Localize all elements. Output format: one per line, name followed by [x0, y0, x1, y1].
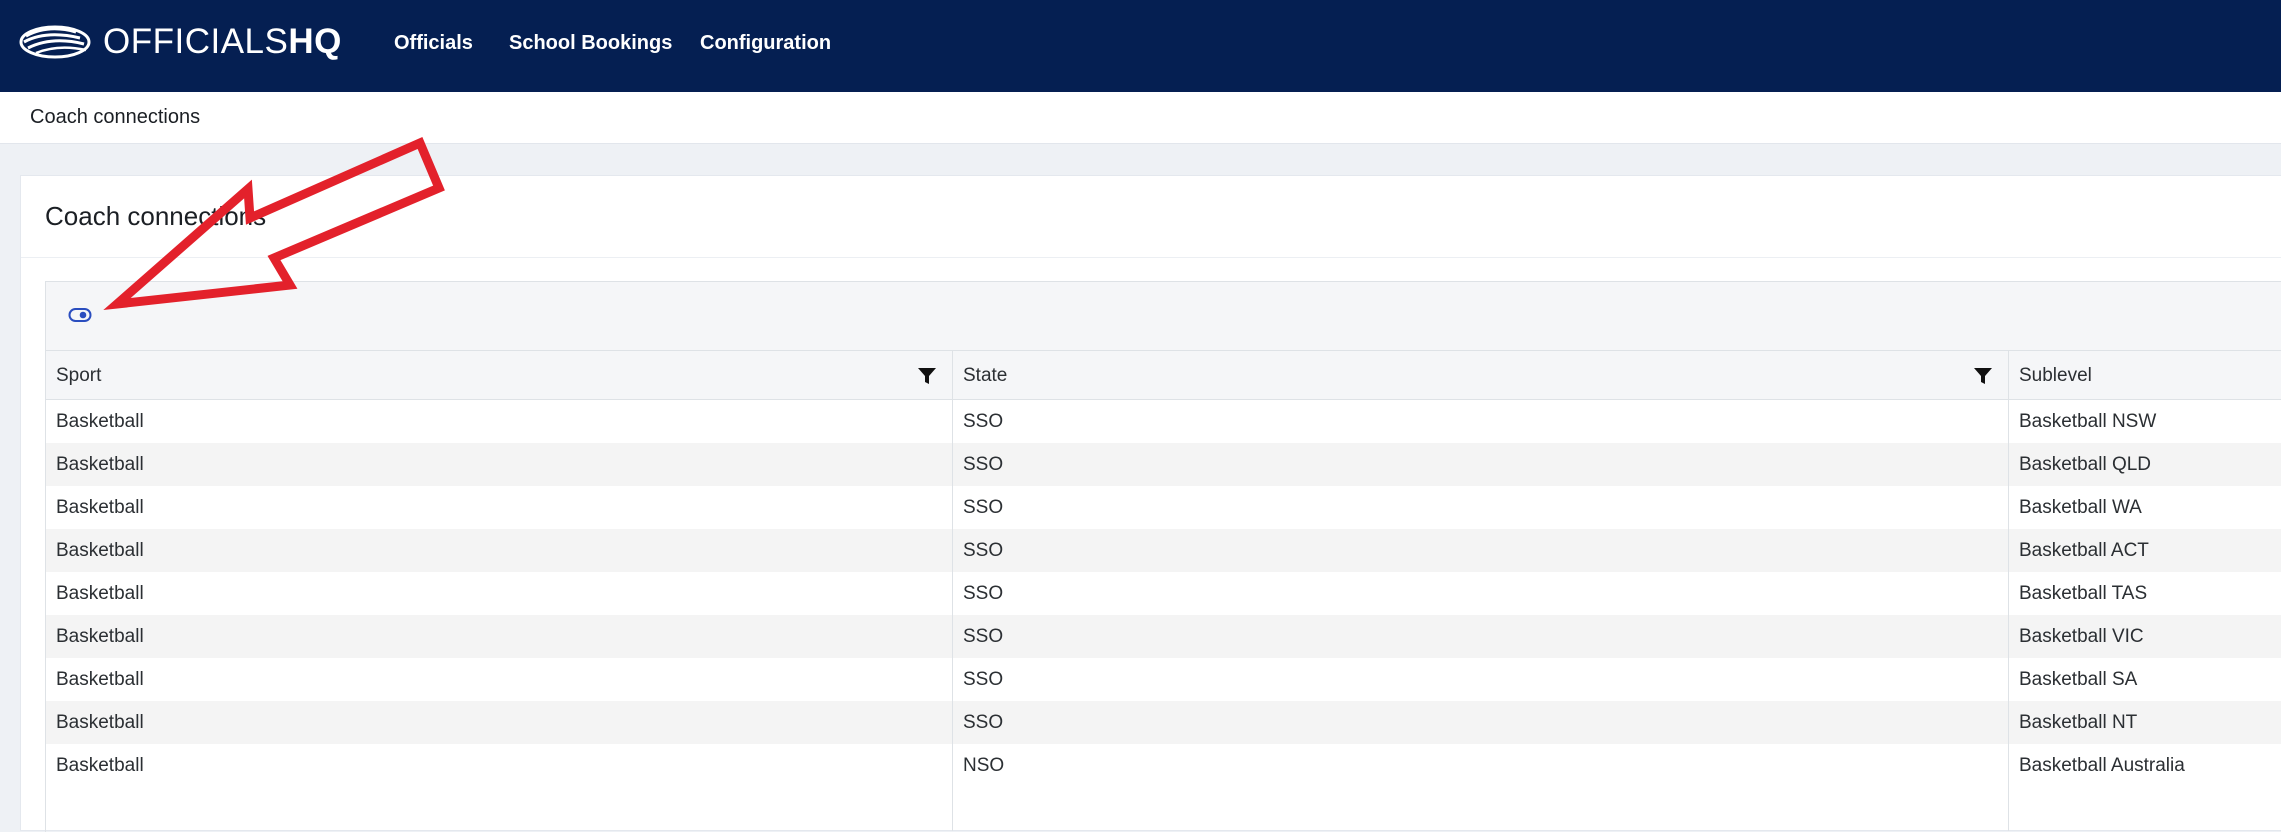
cell-state: SSO [963, 712, 1004, 733]
cell-state: SSO [963, 540, 1004, 561]
column-header-state[interactable]: State [953, 351, 1007, 400]
cell-state: SSO [963, 411, 1004, 432]
top-navbar: OFFICIALSHQ Officials School Bookings Co… [0, 0, 2281, 92]
table-row[interactable]: Basketball NSO Basketball Australia [46, 744, 2281, 787]
table-row[interactable]: Basketball SSO Basketball NT [46, 701, 2281, 744]
cell-sport: Basketball [56, 411, 144, 432]
cell-sublevel: Basketball Australia [2019, 755, 2185, 776]
cell-sublevel: Basketball TAS [2019, 583, 2148, 604]
toggle-icon[interactable] [68, 306, 92, 324]
cell-sport: Basketball [56, 755, 144, 776]
grid-toolbar [46, 282, 2281, 351]
breadcrumb: Coach connections [30, 106, 201, 128]
table-row[interactable]: Basketball SSO Basketball NSW [46, 400, 2281, 443]
cell-sport: Basketball [56, 669, 144, 690]
cell-sport: Basketball [56, 540, 144, 561]
page-title: Coach connections [45, 201, 267, 231]
cell-state: NSO [963, 755, 1005, 776]
cell-sport: Basketball [56, 712, 144, 733]
brand-name: OFFICIALSHQ [103, 22, 342, 61]
cell-sport: Basketball [56, 454, 144, 475]
table-row[interactable]: Basketball SSO Basketball TAS [46, 572, 2281, 615]
data-grid: Sport State Sublevel Basketball SSO Bask… [45, 281, 2281, 832]
brand-logo[interactable]: OFFICIALSHQ [18, 20, 342, 64]
cell-sublevel: Basketball NT [2019, 712, 2138, 733]
cell-sublevel: Basketball VIC [2019, 626, 2144, 647]
nav-officials[interactable]: Officials [394, 0, 473, 86]
cell-sport: Basketball [56, 626, 144, 647]
column-header-sport[interactable]: Sport [46, 351, 101, 400]
cell-state: SSO [963, 583, 1004, 604]
cell-sport: Basketball [56, 583, 144, 604]
column-divider [952, 351, 953, 831]
table-row[interactable]: Basketball SSO Basketball VIC [46, 615, 2281, 658]
cell-sublevel: Basketball NSW [2019, 411, 2157, 432]
table-row[interactable]: Basketball SSO Basketball QLD [46, 443, 2281, 486]
filter-icon[interactable] [917, 366, 937, 386]
cell-state: SSO [963, 454, 1004, 475]
coach-connections-card: Coach connections Sport State Sublevel B… [20, 175, 2281, 832]
page-header-bar: Coach connections [0, 92, 2281, 144]
nav-school-bookings[interactable]: School Bookings [509, 0, 672, 86]
table-header: Sport State Sublevel [46, 351, 2281, 400]
card-divider [21, 257, 2281, 258]
table-row[interactable]: Basketball SSO Basketball WA [46, 486, 2281, 529]
cell-sublevel: Basketball SA [2019, 669, 2138, 690]
cell-sublevel: Basketball ACT [2019, 540, 2149, 561]
column-header-sublevel[interactable]: Sublevel [2009, 351, 2092, 400]
filter-icon[interactable] [1973, 366, 1993, 386]
column-divider [2008, 351, 2009, 831]
cell-sublevel: Basketball WA [2019, 497, 2142, 518]
cell-state: SSO [963, 669, 1004, 690]
whistle-logo-icon [19, 25, 91, 59]
nav-configuration[interactable]: Configuration [700, 0, 831, 86]
table-row[interactable]: Basketball SSO Basketball SA [46, 658, 2281, 701]
cell-sublevel: Basketball QLD [2019, 454, 2152, 475]
cell-state: SSO [963, 626, 1004, 647]
cell-state: SSO [963, 497, 1004, 518]
cell-sport: Basketball [56, 497, 144, 518]
table-row[interactable]: Basketball SSO Basketball ACT [46, 529, 2281, 572]
